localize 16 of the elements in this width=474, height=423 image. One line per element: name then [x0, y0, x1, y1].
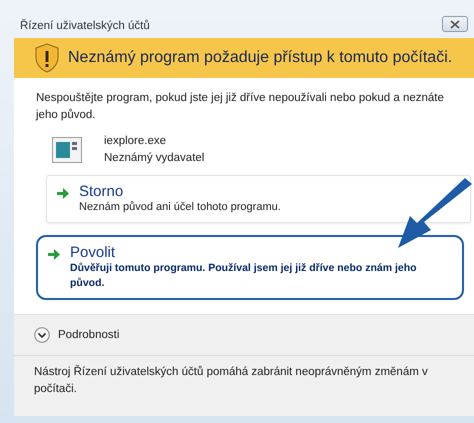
- window-title: Řízení uživatelských účtů: [20, 20, 150, 32]
- arrow-icon: [48, 249, 60, 260]
- chevron-icon: [34, 327, 50, 343]
- warning-message: Nespouštějte program, pokud jste jej již dříve nepoužívali nebo pokud a neznáte jeho původ.: [36, 91, 445, 123]
- close-button[interactable]: [442, 16, 468, 32]
- warning-shield-icon: [34, 43, 60, 73]
- details-toggle[interactable]: Podrobnosti: [34, 327, 120, 343]
- command-link[interactable]: Povolit Důvěřuji tomuto programu. Používal jsem jej již dříve nebo znám jeho původ.: [36, 235, 464, 300]
- program-icon: [52, 137, 82, 163]
- program-name: iexplore.exe: [104, 134, 168, 149]
- footer-text: Nástroj Řízení uživatelských účtů pomáhá zabránit neoprávněným změnám v počítači.: [34, 364, 429, 397]
- banner-text: Neznámý program požaduje přístup k tomuto počítači.: [68, 49, 452, 67]
- close-icon: [449, 20, 461, 28]
- arrow-icon: [57, 188, 69, 199]
- program-publisher: Neznámý vydavatel: [104, 151, 204, 166]
- command-link[interactable]: Storno Neznám původ ani účel tohoto programu.: [46, 175, 471, 223]
